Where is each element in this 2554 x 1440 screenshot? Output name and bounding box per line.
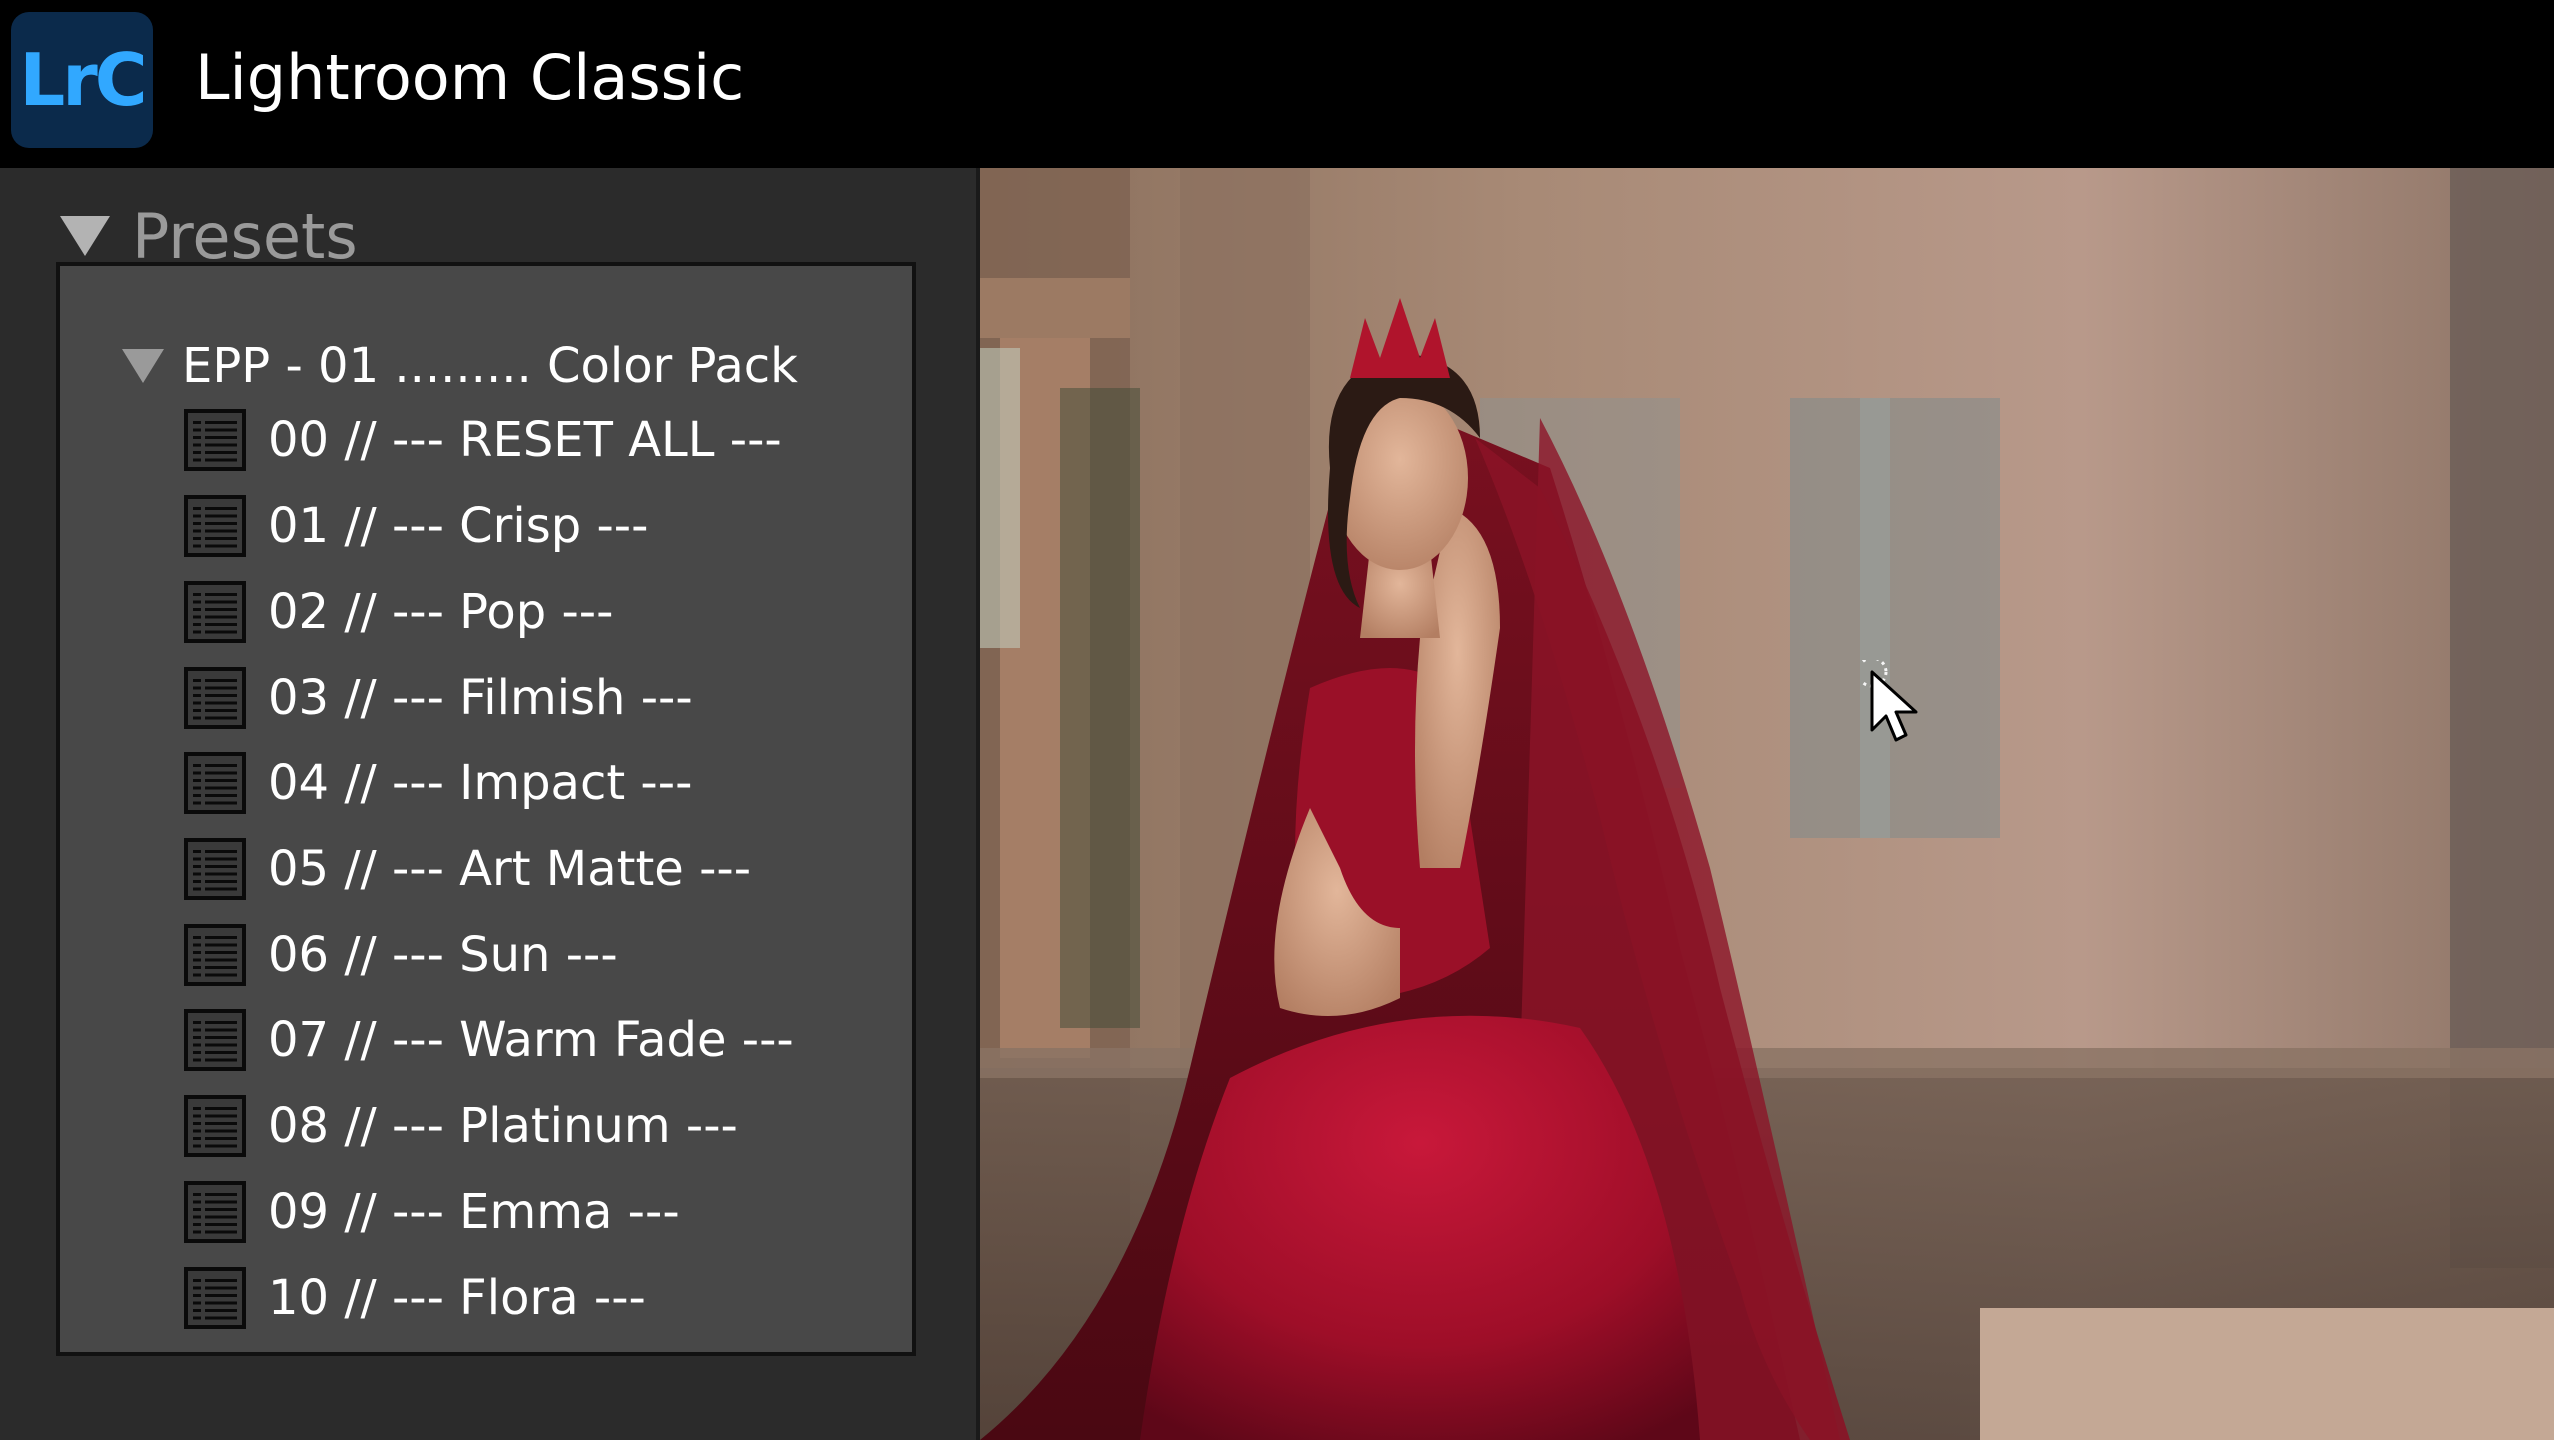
list-lines-icon bbox=[193, 593, 237, 634]
preset-item[interactable]: 01 // --- Crisp --- bbox=[184, 486, 648, 566]
preset-icon bbox=[184, 1267, 246, 1329]
preset-label: 02 // --- Pop --- bbox=[268, 584, 614, 640]
list-lines-icon bbox=[193, 850, 237, 891]
preset-label: 08 // --- Platinum --- bbox=[268, 1098, 738, 1154]
preset-label: 06 // --- Sun --- bbox=[268, 927, 618, 983]
preset-item[interactable]: 06 // --- Sun --- bbox=[184, 915, 618, 995]
list-lines-icon bbox=[193, 507, 237, 548]
preset-item[interactable]: 00 // --- RESET ALL --- bbox=[184, 400, 782, 480]
preset-label: 05 // --- Art Matte --- bbox=[268, 841, 752, 897]
preset-item[interactable]: 09 // --- Emma --- bbox=[184, 1172, 680, 1252]
preset-icon bbox=[184, 667, 246, 729]
list-lines-icon bbox=[193, 936, 237, 977]
preset-label: 03 // --- Filmish --- bbox=[268, 670, 693, 726]
preset-icon bbox=[184, 924, 246, 986]
preset-label: 09 // --- Emma --- bbox=[268, 1184, 680, 1240]
list-lines-icon bbox=[193, 764, 237, 805]
list-lines-icon bbox=[193, 679, 237, 720]
preset-icon bbox=[184, 581, 246, 643]
list-lines-icon bbox=[193, 1193, 237, 1234]
preset-folder[interactable]: EPP - 01 ......... Color Pack bbox=[122, 326, 798, 406]
preset-label: 00 // --- RESET ALL --- bbox=[268, 412, 782, 468]
list-lines-icon bbox=[193, 1107, 237, 1148]
preset-item[interactable]: 03 // --- Filmish --- bbox=[184, 658, 693, 738]
preset-label: 10 // --- Flora --- bbox=[268, 1270, 646, 1326]
title-bar: LrC Lightroom Classic bbox=[0, 0, 2554, 168]
preset-label: 04 // --- Impact --- bbox=[268, 755, 693, 811]
app-title: Lightroom Classic bbox=[195, 41, 745, 114]
preset-item[interactable]: 05 // --- Art Matte --- bbox=[184, 829, 751, 909]
preset-list: EPP - 01 ......... Color Pack 00 // --- … bbox=[56, 262, 916, 1356]
preset-folder-label: EPP - 01 ......... Color Pack bbox=[182, 338, 798, 394]
list-lines-icon bbox=[193, 1279, 237, 1320]
preset-item[interactable]: 04 // --- Impact --- bbox=[184, 743, 692, 823]
lightroom-logo-icon: LrC bbox=[11, 12, 153, 148]
preset-icon bbox=[184, 1009, 246, 1071]
preset-icon bbox=[184, 838, 246, 900]
triangle-down-icon[interactable] bbox=[122, 349, 164, 383]
portrait-photo bbox=[980, 168, 2554, 1440]
list-lines-icon bbox=[193, 421, 237, 462]
preset-item[interactable]: 02 // --- Pop --- bbox=[184, 572, 613, 652]
presets-panel: Presets EPP - 01 ......... Color Pack 00… bbox=[0, 168, 976, 1440]
preset-icon bbox=[184, 1095, 246, 1157]
preset-icon bbox=[184, 409, 246, 471]
triangle-down-icon[interactable] bbox=[60, 216, 110, 256]
preset-icon bbox=[184, 1181, 246, 1243]
preset-icon bbox=[184, 752, 246, 814]
preset-label: 07 // --- Warm Fade --- bbox=[268, 1012, 794, 1068]
list-lines-icon bbox=[193, 1021, 237, 1062]
preset-item[interactable]: 08 // --- Platinum --- bbox=[184, 1086, 738, 1166]
preset-label: 01 // --- Crisp --- bbox=[268, 498, 649, 554]
mouse-cursor-icon bbox=[1862, 660, 1918, 742]
photo-preview[interactable] bbox=[980, 168, 2554, 1440]
preset-item[interactable]: 07 // --- Warm Fade --- bbox=[184, 1000, 794, 1080]
preset-item[interactable]: 10 // --- Flora --- bbox=[184, 1258, 646, 1338]
preset-icon bbox=[184, 495, 246, 557]
